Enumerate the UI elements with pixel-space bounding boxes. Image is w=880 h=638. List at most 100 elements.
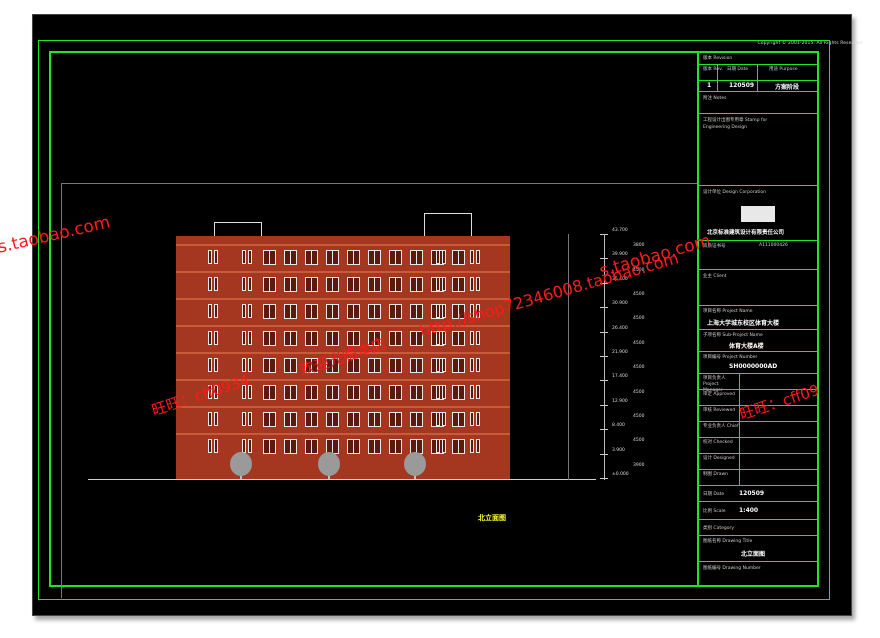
narrow-window xyxy=(248,439,252,453)
level-height: 3900 xyxy=(633,462,645,468)
drawing-number-cell: 图纸编号 Drawing Number xyxy=(699,561,819,585)
window xyxy=(347,385,360,400)
scale-label: 比例 Scale xyxy=(703,509,726,514)
narrow-window xyxy=(436,412,440,426)
narrow-window xyxy=(248,250,252,264)
window xyxy=(347,304,360,319)
level-elevation: 3.900 xyxy=(612,447,625,453)
tree-1 xyxy=(230,452,252,476)
window xyxy=(389,250,402,265)
level-elevation: 21.900 xyxy=(612,350,628,355)
company-logo xyxy=(741,206,775,222)
narrow-window xyxy=(208,250,212,264)
narrow-window xyxy=(214,358,218,372)
title-block: 版本 Revision 版本 Rev. 日期 Date 用途 Purpose 1… xyxy=(697,53,819,585)
narrow-window xyxy=(436,385,440,399)
window xyxy=(305,304,318,319)
date2-value: 120509 xyxy=(739,490,765,497)
narrow-window xyxy=(470,331,474,345)
drawing-title-cell: 图纸名称 Drawing Title 北立面图 xyxy=(699,535,819,561)
level-height: 4500 xyxy=(633,365,645,371)
narrow-window xyxy=(242,331,246,345)
level-elevation: 26.400 xyxy=(612,325,628,331)
floor-band xyxy=(176,433,510,435)
window xyxy=(368,250,381,265)
purpose-value: 方案阶段 xyxy=(775,84,800,91)
tree-3 xyxy=(404,452,426,476)
design-corp-label: 设计单位 Design Corporation xyxy=(703,190,766,195)
window xyxy=(326,304,339,319)
narrow-window xyxy=(476,439,480,453)
level-elevation: ±0.000 xyxy=(612,472,629,477)
window xyxy=(347,250,360,265)
company-name: 北京标准建筑设计有限责任公司 xyxy=(707,230,785,236)
narrow-window xyxy=(242,304,246,318)
signature-label: 审核 Reviewed xyxy=(703,408,736,413)
ground-line xyxy=(88,479,596,480)
narrow-window xyxy=(248,412,252,426)
date-value: 120509 xyxy=(729,82,755,89)
narrow-window xyxy=(248,277,252,291)
window xyxy=(305,277,318,292)
window xyxy=(368,304,381,319)
narrow-window xyxy=(242,250,246,264)
client-label: 业主 Client xyxy=(703,274,727,279)
narrow-window xyxy=(214,250,218,264)
window xyxy=(410,385,423,400)
level-elevation: 17.400 xyxy=(612,374,628,380)
subproject-cell: 子项名称 Sub-Project Name 体育大楼A楼 xyxy=(699,329,819,351)
signature-label: 校对 Checked xyxy=(703,440,733,445)
level-height: 4500 xyxy=(633,340,645,346)
narrow-window xyxy=(208,412,212,426)
narrow-window xyxy=(248,304,252,318)
stamp-label: 工程设计出图专用章 Stamp for Engineering Design xyxy=(703,118,768,130)
signature-row: 校对 Checked xyxy=(699,437,819,454)
category-label: 类别 Category xyxy=(703,526,734,531)
narrow-window xyxy=(476,358,480,372)
stamp-cell: 工程设计出图专用章 Stamp for Engineering Design xyxy=(699,113,819,185)
date2-label: 日期 Date xyxy=(703,492,725,497)
window xyxy=(284,331,297,346)
window xyxy=(410,358,423,373)
level-height: 4500 xyxy=(633,389,645,395)
project-label: 项目名称 Project Name xyxy=(703,309,753,314)
narrow-window xyxy=(242,439,246,453)
roof-structure-left xyxy=(214,222,262,237)
narrow-window xyxy=(442,277,446,291)
window xyxy=(389,331,402,346)
window xyxy=(389,358,402,373)
window xyxy=(368,439,381,454)
window xyxy=(263,277,276,292)
floor-band xyxy=(176,244,510,246)
signature-label: 审定 Approved xyxy=(703,392,736,397)
window xyxy=(305,439,318,454)
window xyxy=(284,304,297,319)
window xyxy=(389,412,402,427)
window xyxy=(452,250,465,265)
project-value: 上海大学城东校区体育大楼 xyxy=(707,320,780,327)
window xyxy=(326,385,339,400)
narrow-window xyxy=(436,250,440,264)
narrow-window xyxy=(248,331,252,345)
window xyxy=(305,331,318,346)
subproject-value: 体育大楼A楼 xyxy=(729,343,764,350)
narrow-window xyxy=(208,439,212,453)
roof-structure-right xyxy=(424,213,472,237)
window xyxy=(389,277,402,292)
narrow-window xyxy=(470,439,474,453)
window xyxy=(326,412,339,427)
narrow-window xyxy=(242,277,246,291)
revision-label: 版本 Revision xyxy=(703,56,733,61)
narrow-window xyxy=(470,385,474,399)
window xyxy=(410,304,423,319)
window xyxy=(368,385,381,400)
rev-value: 1 xyxy=(707,82,712,89)
narrow-window xyxy=(214,304,218,318)
scale-value: 1:400 xyxy=(739,507,759,514)
window xyxy=(452,439,465,454)
window xyxy=(284,277,297,292)
window xyxy=(410,250,423,265)
purpose-column-header: 用途 Purpose xyxy=(769,67,798,72)
narrow-window xyxy=(442,385,446,399)
project-number-label: 项目编号 Project Number xyxy=(703,355,758,360)
